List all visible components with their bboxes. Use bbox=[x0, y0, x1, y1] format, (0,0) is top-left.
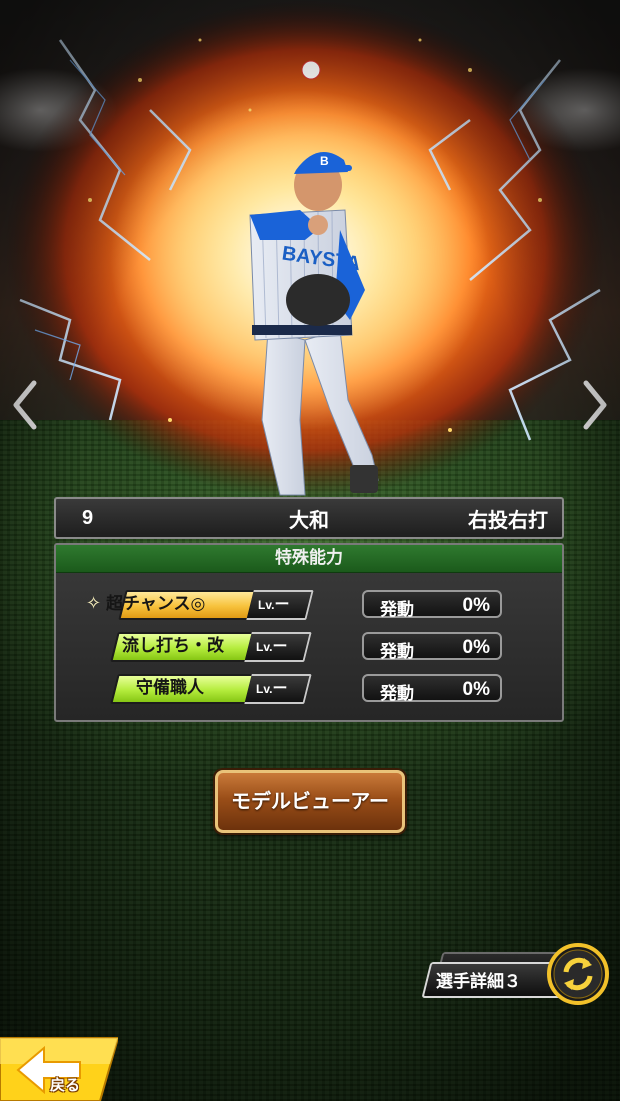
ability-label: 守備職人 bbox=[136, 678, 204, 698]
ability-row[interactable]: 守備職人 Lv.ー 発動 0% bbox=[56, 674, 562, 704]
ability-level: Lv. bbox=[256, 682, 273, 696]
activate-label: 発動 bbox=[380, 684, 414, 704]
player-detail-button[interactable]: 選手詳細３ bbox=[418, 940, 613, 1008]
model-viewer-button[interactable]: モデルビューアー bbox=[215, 770, 405, 833]
ability-level: Lv. bbox=[256, 640, 273, 654]
ability-label: 流し打ち・改 bbox=[122, 636, 224, 656]
baseball bbox=[301, 60, 321, 80]
ability-row[interactable]: 流し打ち・改 Lv.ー 発動 0% bbox=[56, 632, 562, 662]
ability-level-value: ー bbox=[272, 638, 288, 655]
player-detail-label: 選手詳細３ bbox=[436, 972, 521, 992]
activate-label: 発動 bbox=[380, 642, 414, 662]
ability-label: チャンス◎ bbox=[123, 594, 206, 614]
ability-level-value: ー bbox=[274, 596, 290, 613]
svg-text:B: B bbox=[320, 154, 329, 168]
activate-label: 発動 bbox=[380, 600, 414, 620]
cycle-arrows-icon bbox=[547, 943, 609, 1005]
activate-value: 0% bbox=[462, 595, 490, 616]
special-abilities-header: 特殊能力 bbox=[56, 545, 562, 573]
chevron-left-icon[interactable] bbox=[6, 375, 42, 435]
ability-badge: 流し打ち・改 Lv.ー bbox=[110, 632, 314, 662]
ability-row[interactable]: ✧ 超チャンス◎ Lv.ー 発動 0% bbox=[56, 590, 562, 620]
chevron-right-icon[interactable] bbox=[578, 375, 614, 435]
activate-value: 0% bbox=[462, 637, 490, 658]
ability-level: Lv. bbox=[258, 598, 275, 612]
player-info-bar: 9 大和 右投右打 bbox=[54, 497, 564, 539]
player-throw-bat: 右投右打 bbox=[468, 509, 548, 532]
special-abilities-panel: 特殊能力 ✧ 超チャンス◎ Lv.ー 発動 0% 流し打ち・改 Lv.ー 発動 … bbox=[54, 543, 564, 722]
activate-rate-box: 発動 0% bbox=[362, 590, 502, 620]
back-button[interactable]: 戻る bbox=[0, 1034, 118, 1101]
activate-rate-box: 発動 0% bbox=[362, 632, 502, 662]
ability-level-value: ー bbox=[272, 680, 288, 697]
back-label: 戻る bbox=[50, 1076, 81, 1094]
activate-rate-box: 発動 0% bbox=[362, 674, 502, 704]
sparkle-icon: ✧ bbox=[86, 593, 102, 614]
ability-prefix: 超 bbox=[106, 594, 123, 614]
player-card-art: BAYSTA B bbox=[5, 0, 605, 500]
ability-badge: 守備職人 Lv.ー bbox=[110, 674, 314, 704]
activate-value: 0% bbox=[462, 679, 490, 700]
ability-badge: 超チャンス◎ Lv.ー bbox=[106, 590, 314, 620]
